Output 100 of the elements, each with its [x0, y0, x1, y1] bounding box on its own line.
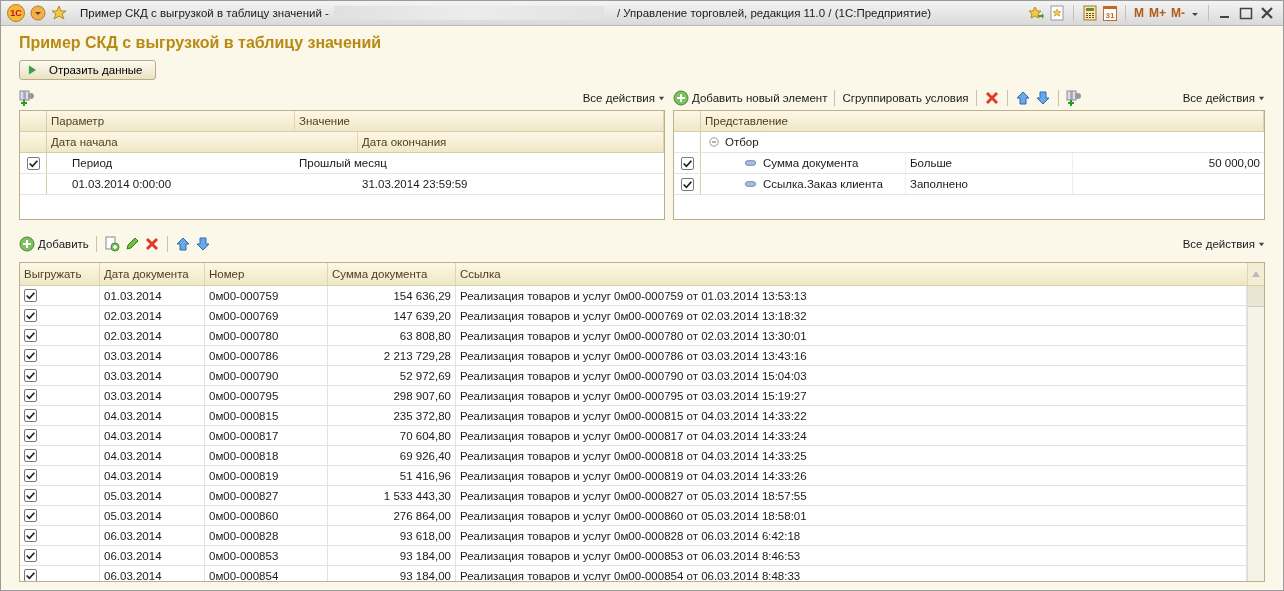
- column-header: Сумма документа: [328, 263, 456, 285]
- plus-circle-icon: [673, 90, 689, 106]
- table-cell: 04.03.2014: [100, 466, 205, 485]
- checkbox[interactable]: [24, 289, 37, 302]
- table-cell: 06.03.2014: [100, 526, 205, 545]
- table-cell: 50 000,00: [1208, 157, 1260, 169]
- caret-icon: [1258, 240, 1265, 248]
- arrow-down-icon[interactable]: [1034, 90, 1051, 106]
- all-actions-menu[interactable]: Все действия: [582, 92, 665, 104]
- plus-circle-icon: [19, 236, 35, 252]
- table-cell: 0м00-000759: [205, 286, 328, 305]
- table-cell: 0м00-000860: [205, 506, 328, 525]
- memory-button[interactable]: M-: [1171, 6, 1185, 20]
- table-cell: 0м00-000827: [205, 486, 328, 505]
- table-cell: Заполнено: [906, 174, 1073, 194]
- delete-icon[interactable]: [143, 236, 160, 252]
- table-cell: 298 907,60: [328, 386, 456, 405]
- add-button[interactable]: Добавить: [19, 236, 89, 252]
- checkbox[interactable]: [24, 309, 37, 322]
- checkbox[interactable]: [24, 569, 37, 581]
- checkbox[interactable]: [24, 549, 37, 562]
- dropdown-circle-icon[interactable]: [30, 5, 46, 21]
- checkbox[interactable]: [680, 156, 694, 170]
- column-header: Дата документа: [100, 263, 205, 285]
- table-cell: 05.03.2014: [100, 486, 205, 505]
- table-cell: 0м00-000817: [205, 426, 328, 445]
- table-cell: 04.03.2014: [100, 426, 205, 445]
- table-cell: 0м00-000815: [205, 406, 328, 425]
- table-cell: 1 533 443,30: [328, 486, 456, 505]
- checkbox[interactable]: [24, 469, 37, 482]
- checkbox[interactable]: [24, 449, 37, 462]
- scrollbar[interactable]: [1247, 286, 1264, 581]
- checkbox[interactable]: [24, 369, 37, 382]
- table-cell: 0м00-000853: [205, 546, 328, 565]
- table-cell: 0м00-000854: [205, 566, 328, 581]
- memory-button[interactable]: M+: [1149, 6, 1166, 20]
- column-header: Выгружать: [20, 263, 100, 285]
- table-cell: 04.03.2014: [100, 406, 205, 425]
- table-cell: 235 372,80: [328, 406, 456, 425]
- checkbox[interactable]: [24, 389, 37, 402]
- table-cell: 63 808,80: [328, 326, 456, 345]
- table-cell: 51 416,96: [328, 466, 456, 485]
- all-actions-menu[interactable]: Все действия: [1182, 92, 1265, 104]
- table-cell: 06.03.2014: [100, 566, 205, 581]
- column-header: Дата начала: [47, 132, 358, 152]
- close-icon[interactable]: [1259, 5, 1275, 21]
- table-cell: 147 639,20: [328, 306, 456, 325]
- table-cell: 0м00-000769: [205, 306, 328, 325]
- calendar-button[interactable]: 31: [1103, 5, 1117, 21]
- table-cell-text: Прошлый месяц: [298, 156, 388, 171]
- table-cell: 276 864,00: [328, 506, 456, 525]
- star-icon[interactable]: [51, 5, 67, 21]
- checkbox[interactable]: [24, 489, 37, 502]
- checkbox[interactable]: [26, 156, 40, 170]
- table-cell: 0м00-000786: [205, 346, 328, 365]
- checkbox[interactable]: [24, 509, 37, 522]
- calculator-icon[interactable]: [1082, 5, 1098, 21]
- maximize-icon[interactable]: [1238, 5, 1254, 21]
- settings-icon[interactable]: [1065, 90, 1082, 106]
- group-conditions-button[interactable]: Сгруппировать условия: [842, 92, 969, 104]
- filter-field: Сумма документа: [763, 157, 859, 169]
- table-cell: 04.03.2014: [100, 446, 205, 465]
- checkbox[interactable]: [24, 329, 37, 342]
- all-actions-menu[interactable]: Все действия: [1182, 238, 1265, 250]
- pencil-icon[interactable]: [123, 236, 140, 252]
- table-cell: 0м00-000795: [205, 386, 328, 405]
- table-cell-text: 01.03.2014 0:00:00: [71, 177, 173, 192]
- column-header: Значение: [295, 111, 664, 131]
- checkbox[interactable]: [24, 529, 37, 542]
- run-button[interactable]: Отразить данные: [19, 60, 156, 80]
- table-cell: Больше: [906, 153, 1073, 173]
- copy-add-icon[interactable]: [103, 236, 120, 252]
- checkbox[interactable]: [24, 409, 37, 422]
- settings-icon[interactable]: [19, 90, 35, 106]
- table-cell: 52 972,69: [328, 366, 456, 385]
- column-header: Параметр: [47, 111, 295, 131]
- group-label: Отбор: [725, 136, 759, 148]
- table-cell: 0м00-000819: [205, 466, 328, 485]
- caret-icon: [658, 94, 665, 102]
- table-cell: 05.03.2014: [100, 506, 205, 525]
- scroll-thumb[interactable]: [1248, 286, 1264, 307]
- arrow-up-icon[interactable]: [1014, 90, 1031, 106]
- checkbox[interactable]: [24, 429, 37, 442]
- table-cell: 0м00-000780: [205, 326, 328, 345]
- table-cell: 02.03.2014: [100, 306, 205, 325]
- app-title: / Управление торговлей, редакция 11.0 / (1С:Предприятие): [616, 7, 932, 19]
- star-arrow-icon[interactable]: [1028, 5, 1044, 21]
- arrow-up-icon[interactable]: [174, 236, 191, 252]
- table-cell: 0м00-000790: [205, 366, 328, 385]
- checkbox[interactable]: [680, 177, 694, 191]
- table-cell: 2 213 729,28: [328, 346, 456, 365]
- app-logo[interactable]: 1С: [7, 4, 25, 22]
- memory-button[interactable]: M: [1134, 6, 1144, 20]
- arrow-down-icon[interactable]: [194, 236, 211, 252]
- add-element-button[interactable]: Добавить новый элемент: [673, 90, 828, 106]
- checkbox[interactable]: [24, 349, 37, 362]
- delete-icon[interactable]: [983, 90, 1000, 106]
- table-cell: 01.03.2014: [100, 286, 205, 305]
- table-cell: 0м00-000818: [205, 446, 328, 465]
- table-cell-text: Период: [71, 156, 114, 171]
